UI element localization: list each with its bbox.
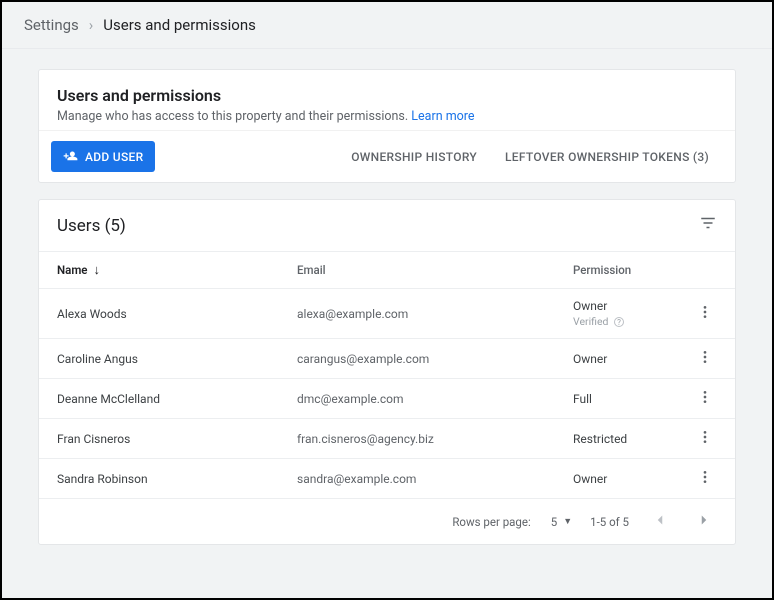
cell-permission: Restricted: [573, 432, 693, 446]
cell-email: carangus@example.com: [297, 352, 573, 366]
add-user-button[interactable]: ADD USER: [51, 141, 155, 172]
row-menu-button[interactable]: [693, 469, 717, 488]
cell-name: Caroline Angus: [57, 352, 297, 366]
row-menu-button[interactable]: [693, 349, 717, 368]
cell-email: fran.cisneros@agency.biz: [297, 432, 573, 446]
col-header-email[interactable]: Email: [297, 263, 573, 277]
table-row: Fran Cisnerosfran.cisneros@agency.bizRes…: [39, 418, 735, 458]
rows-per-page-label: Rows per page:: [452, 515, 530, 529]
row-menu-button[interactable]: [693, 389, 717, 408]
breadcrumb: Settings › Users and permissions: [2, 2, 772, 49]
table-row: Caroline Anguscarangus@example.comOwner: [39, 338, 735, 378]
heading-card: Users and permissions Manage who has acc…: [38, 69, 736, 183]
cell-name: Sandra Robinson: [57, 472, 297, 486]
pagination: Rows per page: 5 ▼ 1-5 of 5: [39, 498, 735, 544]
users-card: Users (5) Name ↓ Email Permission Alexa …: [38, 199, 736, 545]
cell-permission: Owner: [573, 472, 693, 486]
filter-icon[interactable]: [699, 214, 717, 237]
breadcrumb-current: Users and permissions: [103, 16, 256, 34]
permission-sub: Verified ?: [573, 315, 693, 328]
dropdown-caret-icon[interactable]: ▼: [563, 516, 572, 527]
next-page-button[interactable]: [691, 507, 717, 536]
table-header: Name ↓ Email Permission: [39, 251, 735, 288]
cell-name: Alexa Woods: [57, 307, 297, 321]
table-row: Deanne McClellanddmc@example.comFull: [39, 378, 735, 418]
sort-desc-icon: ↓: [94, 262, 101, 278]
rows-per-page-value[interactable]: 5: [551, 515, 557, 529]
users-section-title: Users (5): [57, 216, 126, 236]
breadcrumb-root[interactable]: Settings: [24, 16, 79, 34]
leftover-tokens-button[interactable]: LEFTOVER OWNERSHIP TOKENS (3): [491, 150, 723, 164]
page-subtitle: Manage who has access to this property a…: [57, 109, 717, 124]
row-menu-button[interactable]: [693, 429, 717, 448]
table-row: Alexa Woodsalexa@example.comOwnerVerifie…: [39, 288, 735, 338]
col-header-permission[interactable]: Permission: [573, 263, 693, 277]
page-range: 1-5 of 5: [590, 515, 629, 529]
cell-permission: OwnerVerified ?: [573, 299, 693, 328]
cell-permission: Full: [573, 392, 693, 406]
more-vert-icon: [697, 349, 713, 365]
page-title: Users and permissions: [57, 86, 717, 105]
cell-email: dmc@example.com: [297, 392, 573, 406]
table-row: Sandra Robinsonsandra@example.comOwner: [39, 458, 735, 498]
cell-email: alexa@example.com: [297, 307, 573, 321]
cell-name: Fran Cisneros: [57, 432, 297, 446]
more-vert-icon: [697, 304, 713, 320]
cell-permission: Owner: [573, 352, 693, 366]
help-icon[interactable]: ?: [614, 317, 624, 327]
col-header-name[interactable]: Name ↓: [57, 262, 297, 278]
ownership-history-button[interactable]: OWNERSHIP HISTORY: [337, 150, 491, 164]
more-vert-icon: [697, 429, 713, 445]
prev-page-button[interactable]: [647, 507, 673, 536]
toolbar: ADD USER OWNERSHIP HISTORY LEFTOVER OWNE…: [39, 130, 735, 182]
learn-more-link[interactable]: Learn more: [411, 109, 474, 124]
more-vert-icon: [697, 469, 713, 485]
cell-name: Deanne McClelland: [57, 392, 297, 406]
cell-email: sandra@example.com: [297, 472, 573, 486]
chevron-right-icon: ›: [89, 16, 94, 34]
add-user-icon: [63, 149, 78, 164]
row-menu-button[interactable]: [693, 304, 717, 323]
more-vert-icon: [697, 389, 713, 405]
